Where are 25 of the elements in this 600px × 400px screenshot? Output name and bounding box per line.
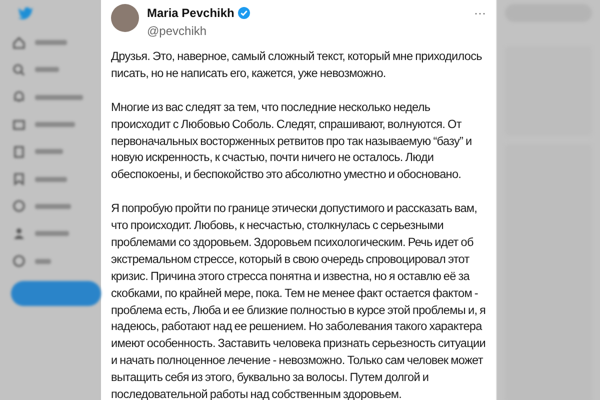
more-options-icon[interactable]: ··· — [474, 4, 486, 22]
blurred-label — [35, 231, 69, 236]
more-icon[interactable] — [12, 254, 26, 268]
bird-logo-icon[interactable] — [18, 6, 34, 20]
mail-icon[interactable] — [12, 118, 26, 132]
blurred-label — [35, 149, 63, 154]
search-icon[interactable] — [12, 62, 26, 77]
bookmark-icon[interactable] — [12, 172, 26, 186]
blurred-label — [35, 122, 75, 128]
tweet-paragraph: Друзья. Это, наверное, самый сложный текст, который мне приходилось писать, но не написать его, кажется, уже невозможно. — [111, 48, 483, 82]
person-icon[interactable] — [12, 226, 26, 241]
author-name: Maria Pevchikh — [147, 5, 234, 22]
list-icon[interactable] — [12, 144, 26, 159]
blurred-label — [35, 204, 71, 209]
author-handle: @pevchikh — [147, 23, 208, 40]
blurred-label — [35, 94, 83, 100]
avatar-circle — [111, 4, 139, 32]
blurred-label — [35, 258, 51, 264]
blurred-button[interactable] — [11, 280, 101, 306]
circle-icon[interactable] — [12, 199, 26, 214]
blurred-label — [35, 40, 67, 46]
tweet-paragraph: Многие из вас следят за тем, что последние несколько недель происходит с Любовью Соболь. Следят, спрашивают, волнуются. От первоначальных восторженных ретвитов про так называемую “базу” и новую искренность, к счастью, почти ничего не осталось. Люди обеспокоены, и беспокойство это абсолютно уместно и обосновано. — [111, 98, 473, 184]
blurred-label — [35, 67, 59, 72]
home-icon[interactable] — [12, 36, 26, 50]
blurred-label — [35, 176, 67, 182]
